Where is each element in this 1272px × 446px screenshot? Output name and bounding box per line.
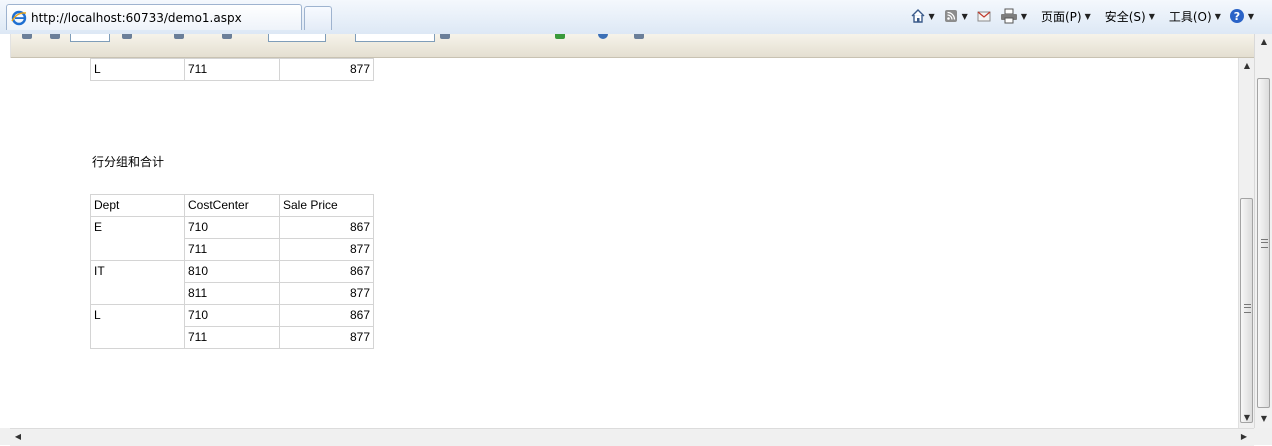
cost-center-cell: 711: [184, 326, 280, 349]
group-dept-cell: IT: [90, 260, 185, 283]
svg-text:?: ?: [1234, 10, 1240, 23]
cost-center-cell: 711: [184, 58, 280, 81]
page-menu[interactable]: 页面(P) ▼: [1037, 5, 1095, 27]
group-dept-cell-empty: [90, 282, 185, 305]
new-tab-button[interactable]: [304, 6, 332, 30]
section-title: 行分组和合计: [92, 155, 165, 169]
find-input[interactable]: [355, 34, 435, 42]
back-icon[interactable]: [222, 34, 232, 39]
grip-icon: [1244, 304, 1251, 313]
find-icon[interactable]: [440, 34, 450, 39]
export-icon[interactable]: [555, 34, 565, 39]
header-cost-center: CostCenter: [184, 194, 280, 217]
next-page-icon[interactable]: [122, 34, 132, 39]
zoom-select[interactable]: [268, 34, 326, 42]
browser-chrome: http://localhost:60733/demo1.aspx ▼ ▼ ▼: [0, 0, 1272, 35]
tools-menu-label: 工具(O): [1168, 9, 1212, 24]
chevron-down-icon[interactable]: ▼: [962, 12, 968, 21]
last-page-icon[interactable]: [174, 34, 184, 39]
scroll-up-arrow-icon[interactable]: ▲: [1256, 34, 1272, 50]
browser-tab-active[interactable]: http://localhost:60733/demo1.aspx: [6, 4, 302, 30]
chevron-down-icon[interactable]: ▼: [929, 12, 935, 21]
tab-address-text: http://localhost:60733/demo1.aspx: [31, 10, 242, 25]
grip-icon: [1261, 239, 1268, 248]
scroll-down-arrow-icon[interactable]: ▼: [1256, 411, 1272, 427]
sale-price-cell: 867: [279, 216, 374, 239]
print-report-icon[interactable]: [634, 34, 644, 39]
row-group-table: Dept CostCenter Sale Price E 710 867 711…: [90, 194, 374, 349]
dept-cell: L: [90, 58, 185, 81]
horizontal-scrollbar[interactable]: ◀ ▶: [10, 428, 1254, 446]
safety-menu-label: 安全(S): [1104, 9, 1146, 24]
report-content: L 711 877 行分组和合计 Dept CostCenter Sale Pr…: [10, 58, 1238, 428]
chevron-down-icon: ▼: [1148, 11, 1155, 21]
chevron-down-icon: ▼: [1084, 11, 1091, 21]
report-vertical-scrollbar[interactable]: ▲ ▼: [1238, 58, 1255, 428]
header-row: Dept CostCenter Sale Price: [90, 194, 374, 217]
scroll-filler: [0, 428, 10, 445]
group-dept-cell: E: [90, 216, 185, 239]
chevron-down-icon: ▼: [1247, 11, 1254, 21]
cost-center-cell: 710: [184, 216, 280, 239]
scroll-up-arrow-icon[interactable]: ▲: [1239, 58, 1255, 74]
previous-table-partial: L 711 877: [90, 58, 374, 81]
scroll-left-arrow-icon[interactable]: ◀: [10, 429, 26, 445]
help-icon: ?: [1229, 8, 1245, 24]
read-mail-icon: [976, 8, 992, 24]
ie-logo-icon: [11, 10, 27, 26]
table-row: L 711 877: [90, 58, 374, 81]
sale-price-cell: 877: [279, 238, 374, 261]
scrollbar-thumb[interactable]: [1257, 78, 1270, 408]
home-button[interactable]: ▼: [906, 5, 939, 27]
page-vertical-scrollbar[interactable]: ▲ ▼: [1254, 34, 1272, 429]
refresh-icon[interactable]: [598, 34, 608, 39]
report-viewer-toolbar: [10, 34, 1272, 58]
header-sale-price: Sale Price: [279, 194, 374, 217]
cost-center-cell: 711: [184, 238, 280, 261]
sale-price-cell: 867: [279, 304, 374, 327]
header-dept: Dept: [90, 194, 185, 217]
sale-price-cell: 877: [279, 58, 374, 81]
rss-feed-icon: [943, 8, 959, 24]
help-button[interactable]: ? ▼: [1225, 5, 1258, 27]
scroll-down-arrow-icon[interactable]: ▼: [1239, 410, 1255, 426]
command-bar: ▼ ▼ ▼ 页面(P) ▼ 安全(S) ▼ 工具(O) ▼ ? ▼: [906, 5, 1259, 27]
table-row: L 710 867: [90, 304, 374, 327]
read-mail-button[interactable]: [972, 5, 996, 27]
sale-price-cell: 867: [279, 260, 374, 283]
chevron-down-icon: ▼: [1214, 11, 1221, 21]
page-number-input[interactable]: [70, 34, 110, 42]
rss-feed-button[interactable]: ▼: [939, 5, 972, 27]
tools-menu[interactable]: 工具(O) ▼: [1165, 5, 1225, 27]
previous-page-icon[interactable]: [50, 34, 60, 39]
print-icon: [1000, 8, 1018, 24]
table-row: E 710 867: [90, 216, 374, 239]
safety-menu[interactable]: 安全(S) ▼: [1101, 5, 1159, 27]
cost-center-cell: 710: [184, 304, 280, 327]
cost-center-cell: 811: [184, 282, 280, 305]
cost-center-cell: 810: [184, 260, 280, 283]
page-menu-label: 页面(P): [1040, 9, 1082, 24]
table-row: IT 810 867: [90, 260, 374, 283]
group-dept-cell-empty: [90, 238, 185, 261]
table-row: 811 877: [90, 282, 374, 305]
group-dept-cell-empty: [90, 326, 185, 349]
first-page-icon[interactable]: [22, 34, 32, 39]
print-button[interactable]: ▼: [996, 5, 1031, 27]
sale-price-cell: 877: [279, 326, 374, 349]
chevron-down-icon[interactable]: ▼: [1021, 12, 1027, 21]
home-icon: [910, 8, 926, 24]
table-row: 711 877: [90, 238, 374, 261]
table-row: 711 877: [90, 326, 374, 349]
group-dept-cell: L: [90, 304, 185, 327]
sale-price-cell: 877: [279, 282, 374, 305]
scroll-right-arrow-icon[interactable]: ▶: [1236, 429, 1252, 445]
scrollbar-thumb[interactable]: [1240, 198, 1253, 423]
scrollbar-corner: [1254, 428, 1272, 445]
